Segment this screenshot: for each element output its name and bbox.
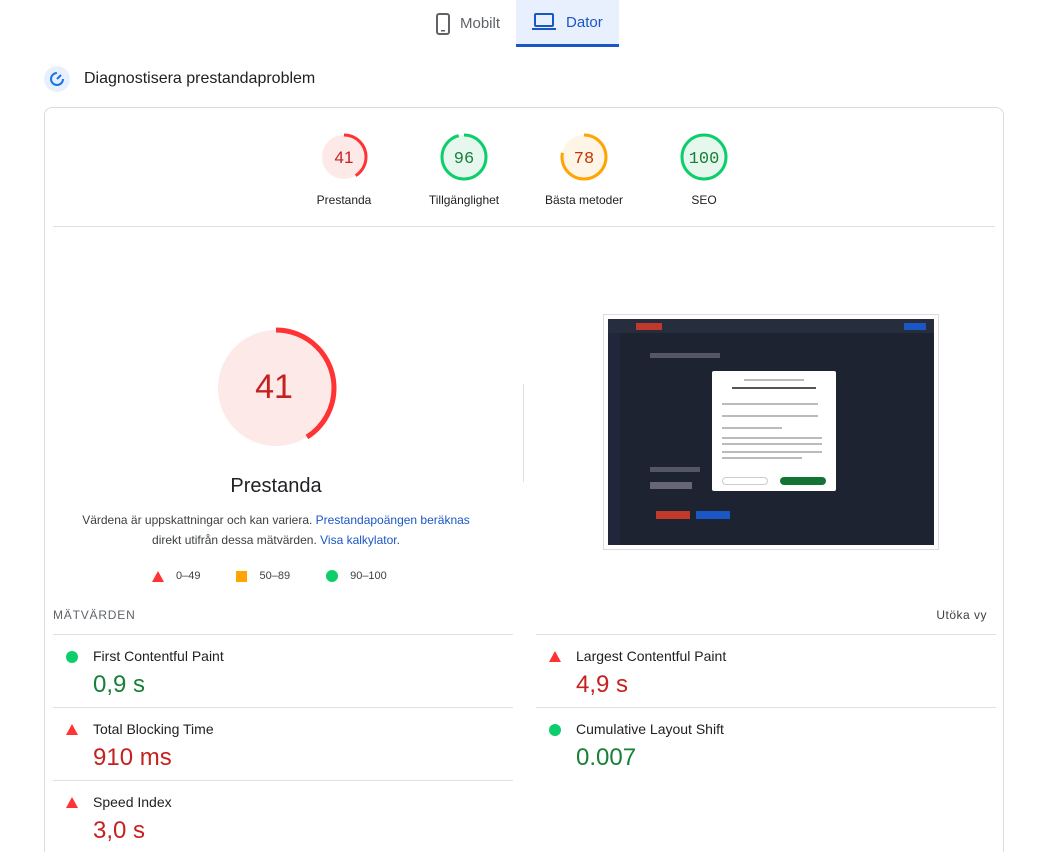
tab-mobile[interactable]: Mobilt (420, 0, 516, 47)
gauge-label: SEO (691, 193, 717, 207)
triangle-icon (66, 797, 78, 808)
view-calculator-link[interactable]: Visa kalkylator (320, 533, 396, 547)
gauge-ring: 100 (680, 133, 728, 181)
vertical-divider (523, 384, 524, 482)
gauge-label: Prestanda (316, 193, 372, 207)
metric-lcp: Largest Contentful Paint 4,9 s (536, 634, 996, 707)
gauge-label: Tillgänglighet (428, 193, 500, 207)
triangle-icon (549, 651, 561, 662)
gauge-score: 78 (574, 150, 594, 169)
score-note: Värdena är uppskattningar och kan varier… (70, 510, 482, 550)
expand-view-toggle[interactable]: Utöka vy (936, 608, 987, 622)
device-tabs: Mobilt Dator (420, 0, 619, 47)
metric-value: 0.007 (576, 744, 637, 771)
circle-icon (549, 724, 561, 736)
tab-desktop-label: Dator (566, 13, 603, 31)
metric-fcp: First Contentful Paint 0,9 s (53, 634, 513, 707)
gauge-performance[interactable]: 41 Prestanda (284, 131, 404, 207)
metric-name: Largest Contentful Paint (576, 648, 727, 664)
gauge-best-practices[interactable]: 78 Bästa metoder (524, 131, 644, 207)
screenshot-image (608, 319, 934, 545)
metrics-header: MÄTVÄRDEN (53, 608, 136, 622)
note-text: Värdena är uppskattningar och kan varier… (82, 513, 316, 527)
metric-tbt: Total Blocking Time 910 ms (53, 707, 513, 780)
gauge-seo[interactable]: 100 SEO (644, 131, 764, 207)
metric-value: 3,0 s (93, 817, 146, 844)
score-legend: 0–49 50–89 90–100 (152, 570, 423, 582)
circle-icon (326, 570, 339, 582)
smartphone-icon (436, 12, 450, 35)
gauge-score: 41 (335, 148, 354, 167)
gauge-label: Bästa metoder (544, 193, 624, 207)
score-calculation-link[interactable]: Prestandapoängen beräknas (316, 513, 470, 527)
triangle-icon (66, 724, 78, 735)
metric-name: First Contentful Paint (93, 648, 224, 664)
tab-desktop[interactable]: Dator (516, 0, 619, 47)
page-screenshot (603, 314, 939, 550)
metric-name: Speed Index (93, 794, 172, 810)
metric-cls: Cumulative Layout Shift 0.007 (536, 707, 996, 780)
legend-pass: 90–100 (326, 570, 387, 582)
legend-range: 90–100 (350, 570, 387, 582)
metric-value: 910 ms (93, 744, 172, 771)
section-title: Diagnostisera prestandaproblem (84, 70, 316, 87)
gauge-score: 96 (454, 150, 474, 169)
legend-fail: 0–49 (152, 570, 200, 582)
metric-speed-index: Speed Index 3,0 s (53, 780, 513, 852)
circle-icon (66, 651, 78, 663)
legend-range: 0–49 (176, 570, 201, 582)
note-text: . (396, 533, 400, 547)
gauge-score: 100 (689, 150, 720, 169)
tab-mobile-label: Mobilt (460, 15, 501, 32)
legend-range: 50–89 (259, 570, 291, 582)
gauge-accessibility[interactable]: 96 Tillgänglighet (404, 131, 524, 207)
section-header: Diagnostisera prestandaproblem (44, 66, 315, 92)
laptop-icon (532, 13, 557, 31)
gauge-ring: 96 (440, 133, 488, 181)
legend-average: 50–89 (236, 570, 290, 582)
metric-name: Total Blocking Time (93, 721, 214, 737)
speed-gauge-icon (44, 66, 70, 92)
divider (53, 226, 995, 227)
gauge-ring: 41 (320, 133, 368, 181)
metric-name: Cumulative Layout Shift (576, 721, 724, 737)
main-score-gauge: 41 (214, 326, 338, 450)
main-score-title: Prestanda (230, 475, 322, 497)
square-icon (236, 570, 248, 582)
metric-value: 0,9 s (93, 671, 146, 698)
main-score-value: 41 (255, 368, 293, 406)
metric-value: 4,9 s (576, 671, 629, 698)
gauge-ring: 78 (560, 133, 608, 181)
triangle-icon (152, 570, 164, 582)
note-text: direkt utifrån dessa mätvärden. (152, 533, 321, 547)
